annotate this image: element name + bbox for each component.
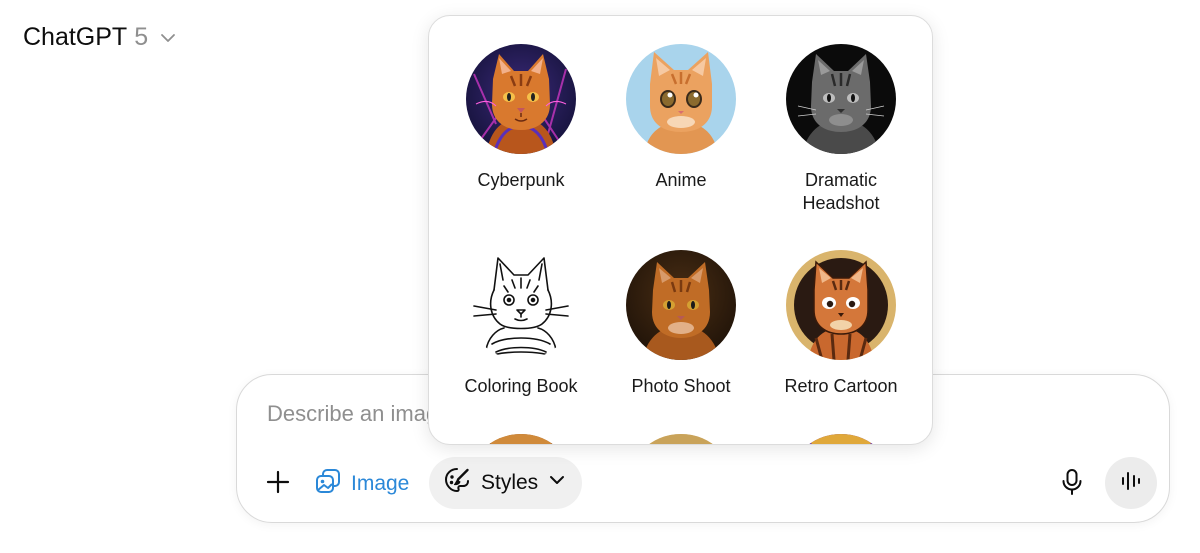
add-attachment-button[interactable] xyxy=(261,467,295,501)
styles-menu: Cyberpunk Anime Dramatic Headshot Colori… xyxy=(428,15,933,445)
image-mode-chip[interactable]: Image xyxy=(315,467,409,501)
style-option-partial[interactable] xyxy=(606,434,756,444)
style-option-photo-shoot[interactable]: Photo Shoot xyxy=(606,250,756,398)
style-option-retro-cartoon[interactable]: Retro Cartoon xyxy=(766,250,916,398)
voice-mode-button[interactable] xyxy=(1105,457,1157,509)
cyberpunk-cat-thumbnail xyxy=(466,44,576,154)
coloring-book-cat-thumbnail xyxy=(466,250,576,360)
model-version: 5 xyxy=(134,23,149,51)
model-switcher[interactable]: ChatGPT 5 xyxy=(23,20,176,54)
style-option-partial[interactable] xyxy=(766,434,916,444)
style-option-label: Coloring Book xyxy=(464,376,578,396)
app-name: ChatGPT xyxy=(23,23,128,51)
chevron-down-icon xyxy=(548,471,566,495)
style-option-partial[interactable] xyxy=(446,434,596,444)
style-option-label: Retro Cartoon xyxy=(784,376,898,396)
retro-cartoon-cat-thumbnail xyxy=(786,250,896,360)
cat-thumbnail xyxy=(466,434,576,444)
voice-waveform-icon xyxy=(1119,469,1143,498)
styles-button-label: Styles xyxy=(481,471,539,494)
cat-thumbnail xyxy=(626,434,736,444)
style-option-coloring-book[interactable]: Coloring Book xyxy=(446,250,596,398)
chevron-down-icon xyxy=(160,22,176,54)
style-option-label: Photo Shoot xyxy=(631,376,731,396)
dictate-button[interactable] xyxy=(1055,467,1089,501)
image-chip-label: Image xyxy=(351,472,410,495)
dramatic-headshot-cat-thumbnail xyxy=(786,44,896,154)
style-option-label: Anime xyxy=(655,170,707,190)
style-option-dramatic-headshot[interactable]: Dramatic Headshot xyxy=(766,44,916,215)
plus-icon xyxy=(266,470,290,499)
palette-brush-icon xyxy=(443,466,471,500)
anime-cat-thumbnail xyxy=(626,44,736,154)
styles-button[interactable]: Styles xyxy=(429,457,583,509)
photo-shoot-cat-thumbnail xyxy=(626,250,736,360)
style-option-cyberpunk[interactable]: Cyberpunk xyxy=(446,44,596,192)
image-icon xyxy=(315,468,341,500)
style-option-label: Cyberpunk xyxy=(477,170,565,190)
style-option-anime[interactable]: Anime xyxy=(606,44,756,192)
cat-thumbnail xyxy=(786,434,896,444)
microphone-icon xyxy=(1060,468,1084,501)
style-option-label: Dramatic Headshot xyxy=(802,170,880,213)
